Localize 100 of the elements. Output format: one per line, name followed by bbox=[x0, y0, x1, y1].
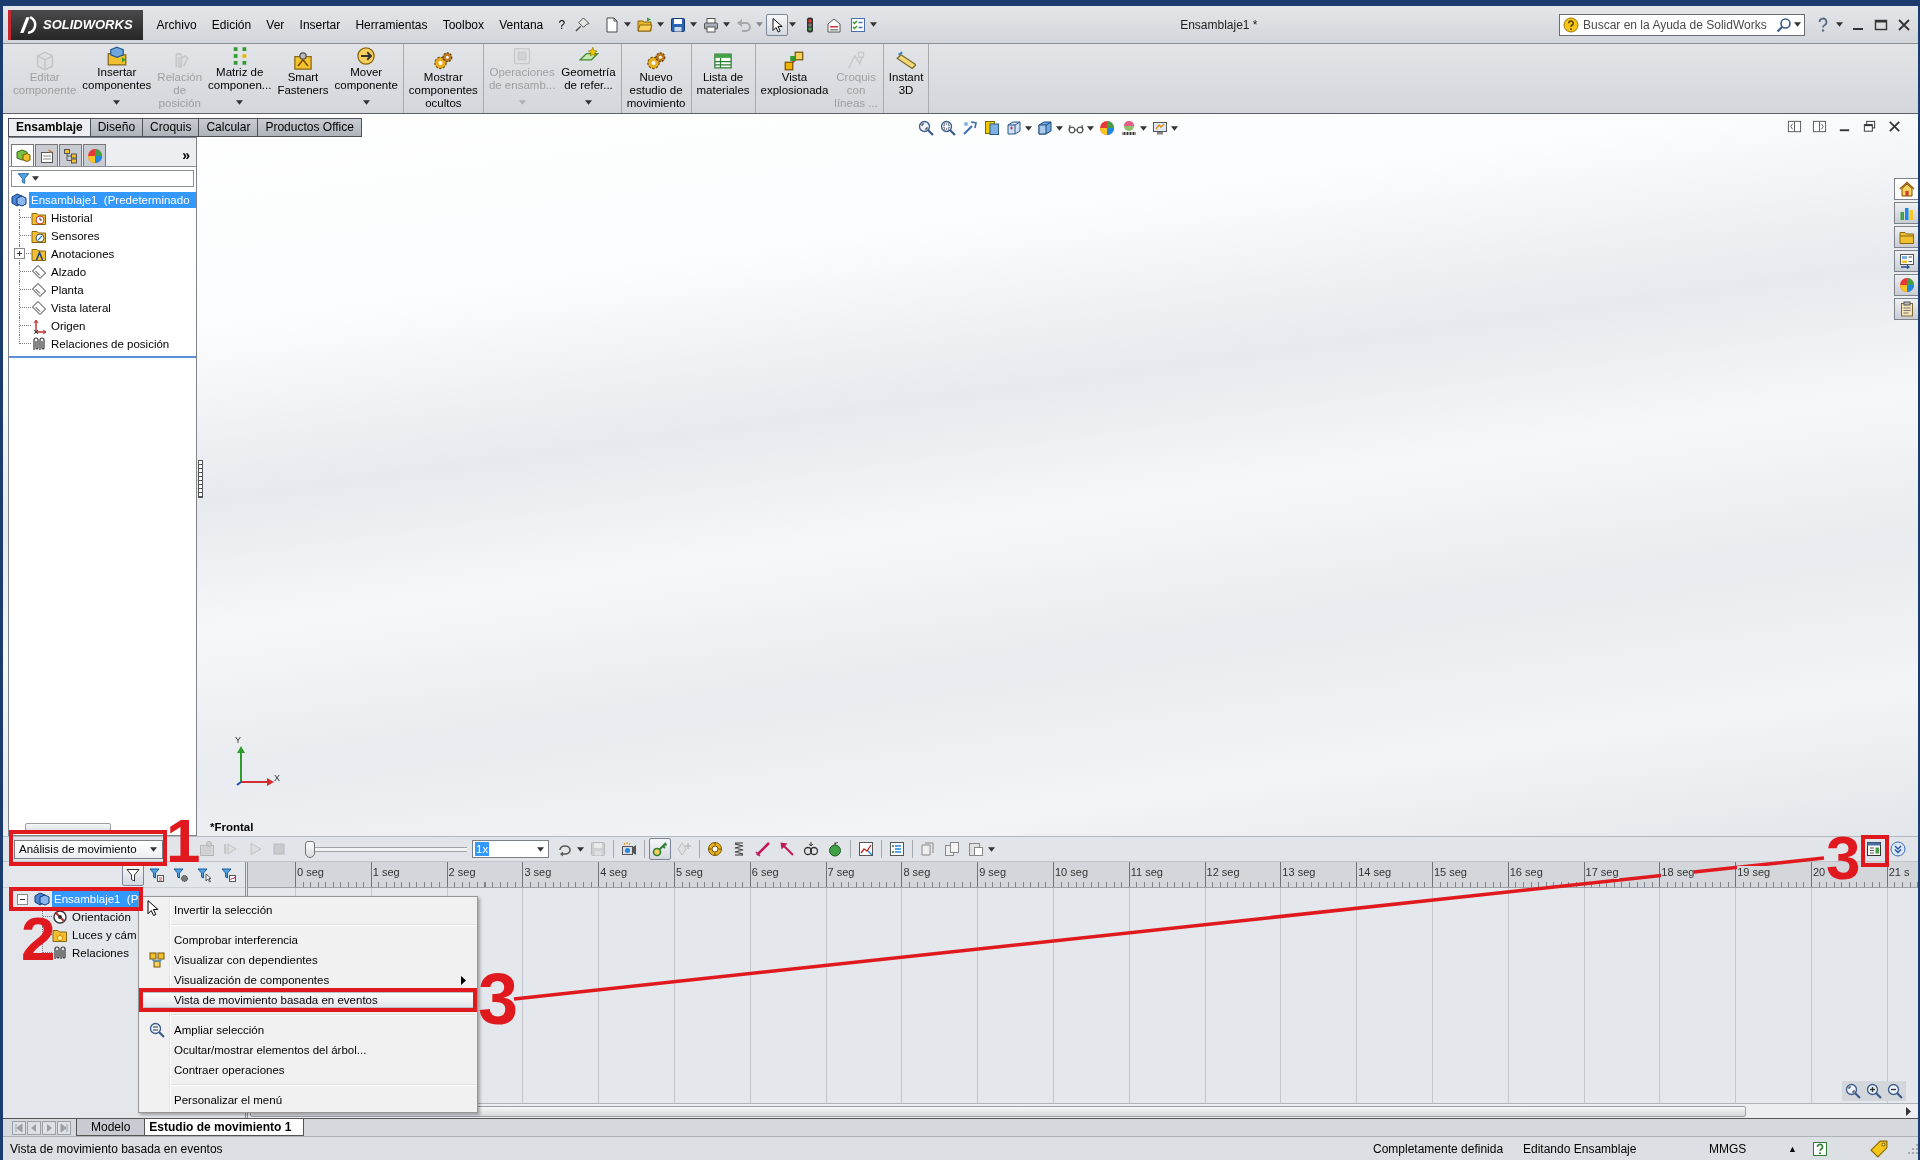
menu[interactable]: Edición bbox=[204, 17, 259, 32]
command-tab[interactable]: Productos Office bbox=[258, 118, 362, 137]
tile-left-icon[interactable] bbox=[1787, 119, 1802, 134]
filter-field[interactable] bbox=[11, 170, 194, 187]
caret-icon[interactable] bbox=[722, 22, 730, 27]
menu-item[interactable]: Invertir la selección bbox=[141, 902, 475, 918]
ball-on-floor-icon[interactable] bbox=[1120, 120, 1137, 136]
close-icon[interactable] bbox=[1896, 16, 1912, 33]
save-icon[interactable] bbox=[669, 16, 686, 33]
caret-icon[interactable] bbox=[1086, 125, 1094, 131]
panel-tab[interactable] bbox=[35, 144, 58, 166]
expand-icon[interactable] bbox=[14, 248, 25, 259]
ribbon-button[interactable]: Geometría de refer... bbox=[558, 44, 619, 113]
ribbon-button[interactable]: Vista explosionada bbox=[757, 44, 832, 113]
tree-item[interactable]: Alzado bbox=[49, 264, 89, 280]
menu[interactable]: Toolbox bbox=[435, 17, 492, 32]
monitor-icon[interactable] bbox=[1151, 120, 1168, 136]
caret-icon[interactable] bbox=[1139, 125, 1147, 131]
table-window-icon[interactable] bbox=[1866, 841, 1882, 857]
caret-icon[interactable] bbox=[623, 22, 631, 27]
study-type-dropdown[interactable]: Análisis de movimiento bbox=[14, 839, 163, 859]
filter-pointer-icon[interactable] bbox=[197, 866, 213, 883]
filter-document-icon[interactable] bbox=[149, 866, 165, 883]
ribbon-button[interactable]: Smart Fasteners bbox=[274, 44, 332, 113]
command-tab[interactable]: Croquis bbox=[143, 118, 200, 137]
menu-item[interactable]: Visualización de componentes bbox=[141, 972, 475, 988]
caret-icon[interactable] bbox=[988, 846, 995, 852]
expand-chevron-icon[interactable] bbox=[1890, 841, 1906, 857]
caret-icon[interactable] bbox=[656, 22, 664, 27]
more-tabs[interactable]: » bbox=[182, 147, 190, 163]
ribbon-button[interactable]: Instant 3D bbox=[885, 44, 927, 113]
tag-icon[interactable] bbox=[1870, 1139, 1888, 1158]
caret-icon[interactable] bbox=[1024, 125, 1032, 131]
menu-item[interactable]: Vista de movimiento basada en eventos bbox=[141, 992, 475, 1008]
camera-icon[interactable] bbox=[621, 841, 637, 857]
ribbon-button[interactable]: Mover componente bbox=[331, 44, 401, 113]
task-pane-tab[interactable] bbox=[1894, 274, 1918, 296]
tree-item[interactable]: Origen bbox=[49, 318, 88, 334]
checklist-icon[interactable] bbox=[849, 16, 866, 33]
command-tab[interactable]: Ensamblaje bbox=[8, 118, 91, 137]
task-pane-tab[interactable] bbox=[1894, 202, 1918, 224]
new-document-icon[interactable] bbox=[603, 16, 620, 33]
task-pane-tab[interactable] bbox=[1894, 298, 1918, 320]
printer-icon[interactable] bbox=[702, 16, 719, 33]
caret-icon[interactable] bbox=[1836, 22, 1843, 27]
task-pane-tab[interactable] bbox=[1894, 226, 1918, 248]
menu[interactable]: Herramientas bbox=[347, 17, 436, 32]
layered-squares-icon[interactable] bbox=[983, 120, 1000, 136]
key-icon[interactable] bbox=[649, 838, 671, 860]
pin-icon[interactable] bbox=[574, 17, 590, 32]
ribbon-button[interactable]: Matriz de componen... bbox=[205, 44, 275, 113]
splitter-handle[interactable] bbox=[198, 459, 203, 498]
menu[interactable]: Ver bbox=[258, 17, 292, 32]
menu[interactable]: Ventana bbox=[491, 17, 551, 32]
menu-item[interactable]: Ocultar/mostrar elementos del árbol... bbox=[141, 1042, 475, 1058]
tree-item[interactable]: Historial bbox=[49, 210, 95, 226]
search-field[interactable]: Buscar en la Ayuda de SolidWorks bbox=[1559, 13, 1805, 36]
zoom-area-icon[interactable] bbox=[939, 120, 956, 136]
search-icon[interactable] bbox=[1776, 16, 1792, 33]
tree-item[interactable]: Anotaciones bbox=[49, 246, 117, 262]
caret-icon[interactable] bbox=[689, 22, 697, 27]
tile-right-icon[interactable] bbox=[1812, 119, 1827, 134]
zoom-fit-icon[interactable] bbox=[917, 120, 934, 136]
horizontal-scrollbar[interactable] bbox=[248, 1103, 1918, 1118]
caret-icon[interactable] bbox=[1794, 22, 1801, 27]
menu-item[interactable]: Ampliar selección bbox=[141, 1022, 475, 1038]
filter-chart-icon[interactable] bbox=[221, 866, 237, 883]
menu-item[interactable]: Contraer operaciones bbox=[141, 1062, 475, 1078]
menu[interactable]: ? bbox=[550, 17, 573, 32]
caret-icon[interactable] bbox=[1055, 125, 1063, 131]
scroll-right-icon[interactable] bbox=[1906, 1106, 1911, 1116]
task-pane-tab[interactable] bbox=[1894, 250, 1918, 272]
restore-icon[interactable] bbox=[1862, 119, 1877, 134]
panel-tab[interactable] bbox=[11, 144, 34, 166]
zoom-out-icon[interactable] bbox=[1887, 1083, 1903, 1099]
zoom-in-icon[interactable] bbox=[1866, 1083, 1882, 1099]
diagonal-arrow-icon[interactable] bbox=[961, 120, 978, 136]
ribbon-button[interactable]: Mostrar componentes ocultos bbox=[405, 44, 481, 113]
list-icon[interactable] bbox=[889, 841, 905, 857]
menu[interactable]: Archivo bbox=[149, 17, 205, 32]
playback-slider[interactable] bbox=[305, 840, 467, 858]
task-pane-tab[interactable] bbox=[1894, 178, 1918, 200]
pointer-icon[interactable] bbox=[765, 13, 788, 36]
house-icon[interactable] bbox=[825, 16, 842, 33]
filter-dot-icon[interactable] bbox=[173, 866, 189, 883]
caret-icon[interactable] bbox=[1170, 125, 1178, 131]
sheet-tab[interactable]: Modelo bbox=[76, 1119, 146, 1136]
tree-item[interactable]: Relaciones bbox=[70, 945, 131, 961]
ribbon-button[interactable]: Nuevo estudio de movimiento bbox=[623, 44, 689, 113]
command-tab[interactable]: Calcular bbox=[199, 118, 259, 137]
zoom-fit-icon[interactable] bbox=[1845, 1083, 1861, 1099]
rings-icon[interactable] bbox=[803, 841, 819, 857]
copy-icon[interactable] bbox=[944, 841, 960, 857]
tree-item[interactable]: Orientación bbox=[70, 909, 133, 925]
menu-item[interactable]: Personalizar el menú bbox=[141, 1092, 475, 1108]
ring-icon[interactable] bbox=[707, 841, 723, 857]
help-icon[interactable] bbox=[1812, 1140, 1828, 1157]
caret-icon[interactable] bbox=[788, 22, 796, 27]
command-tab[interactable]: Diseño bbox=[90, 118, 144, 137]
cube-icon[interactable] bbox=[1036, 120, 1053, 136]
